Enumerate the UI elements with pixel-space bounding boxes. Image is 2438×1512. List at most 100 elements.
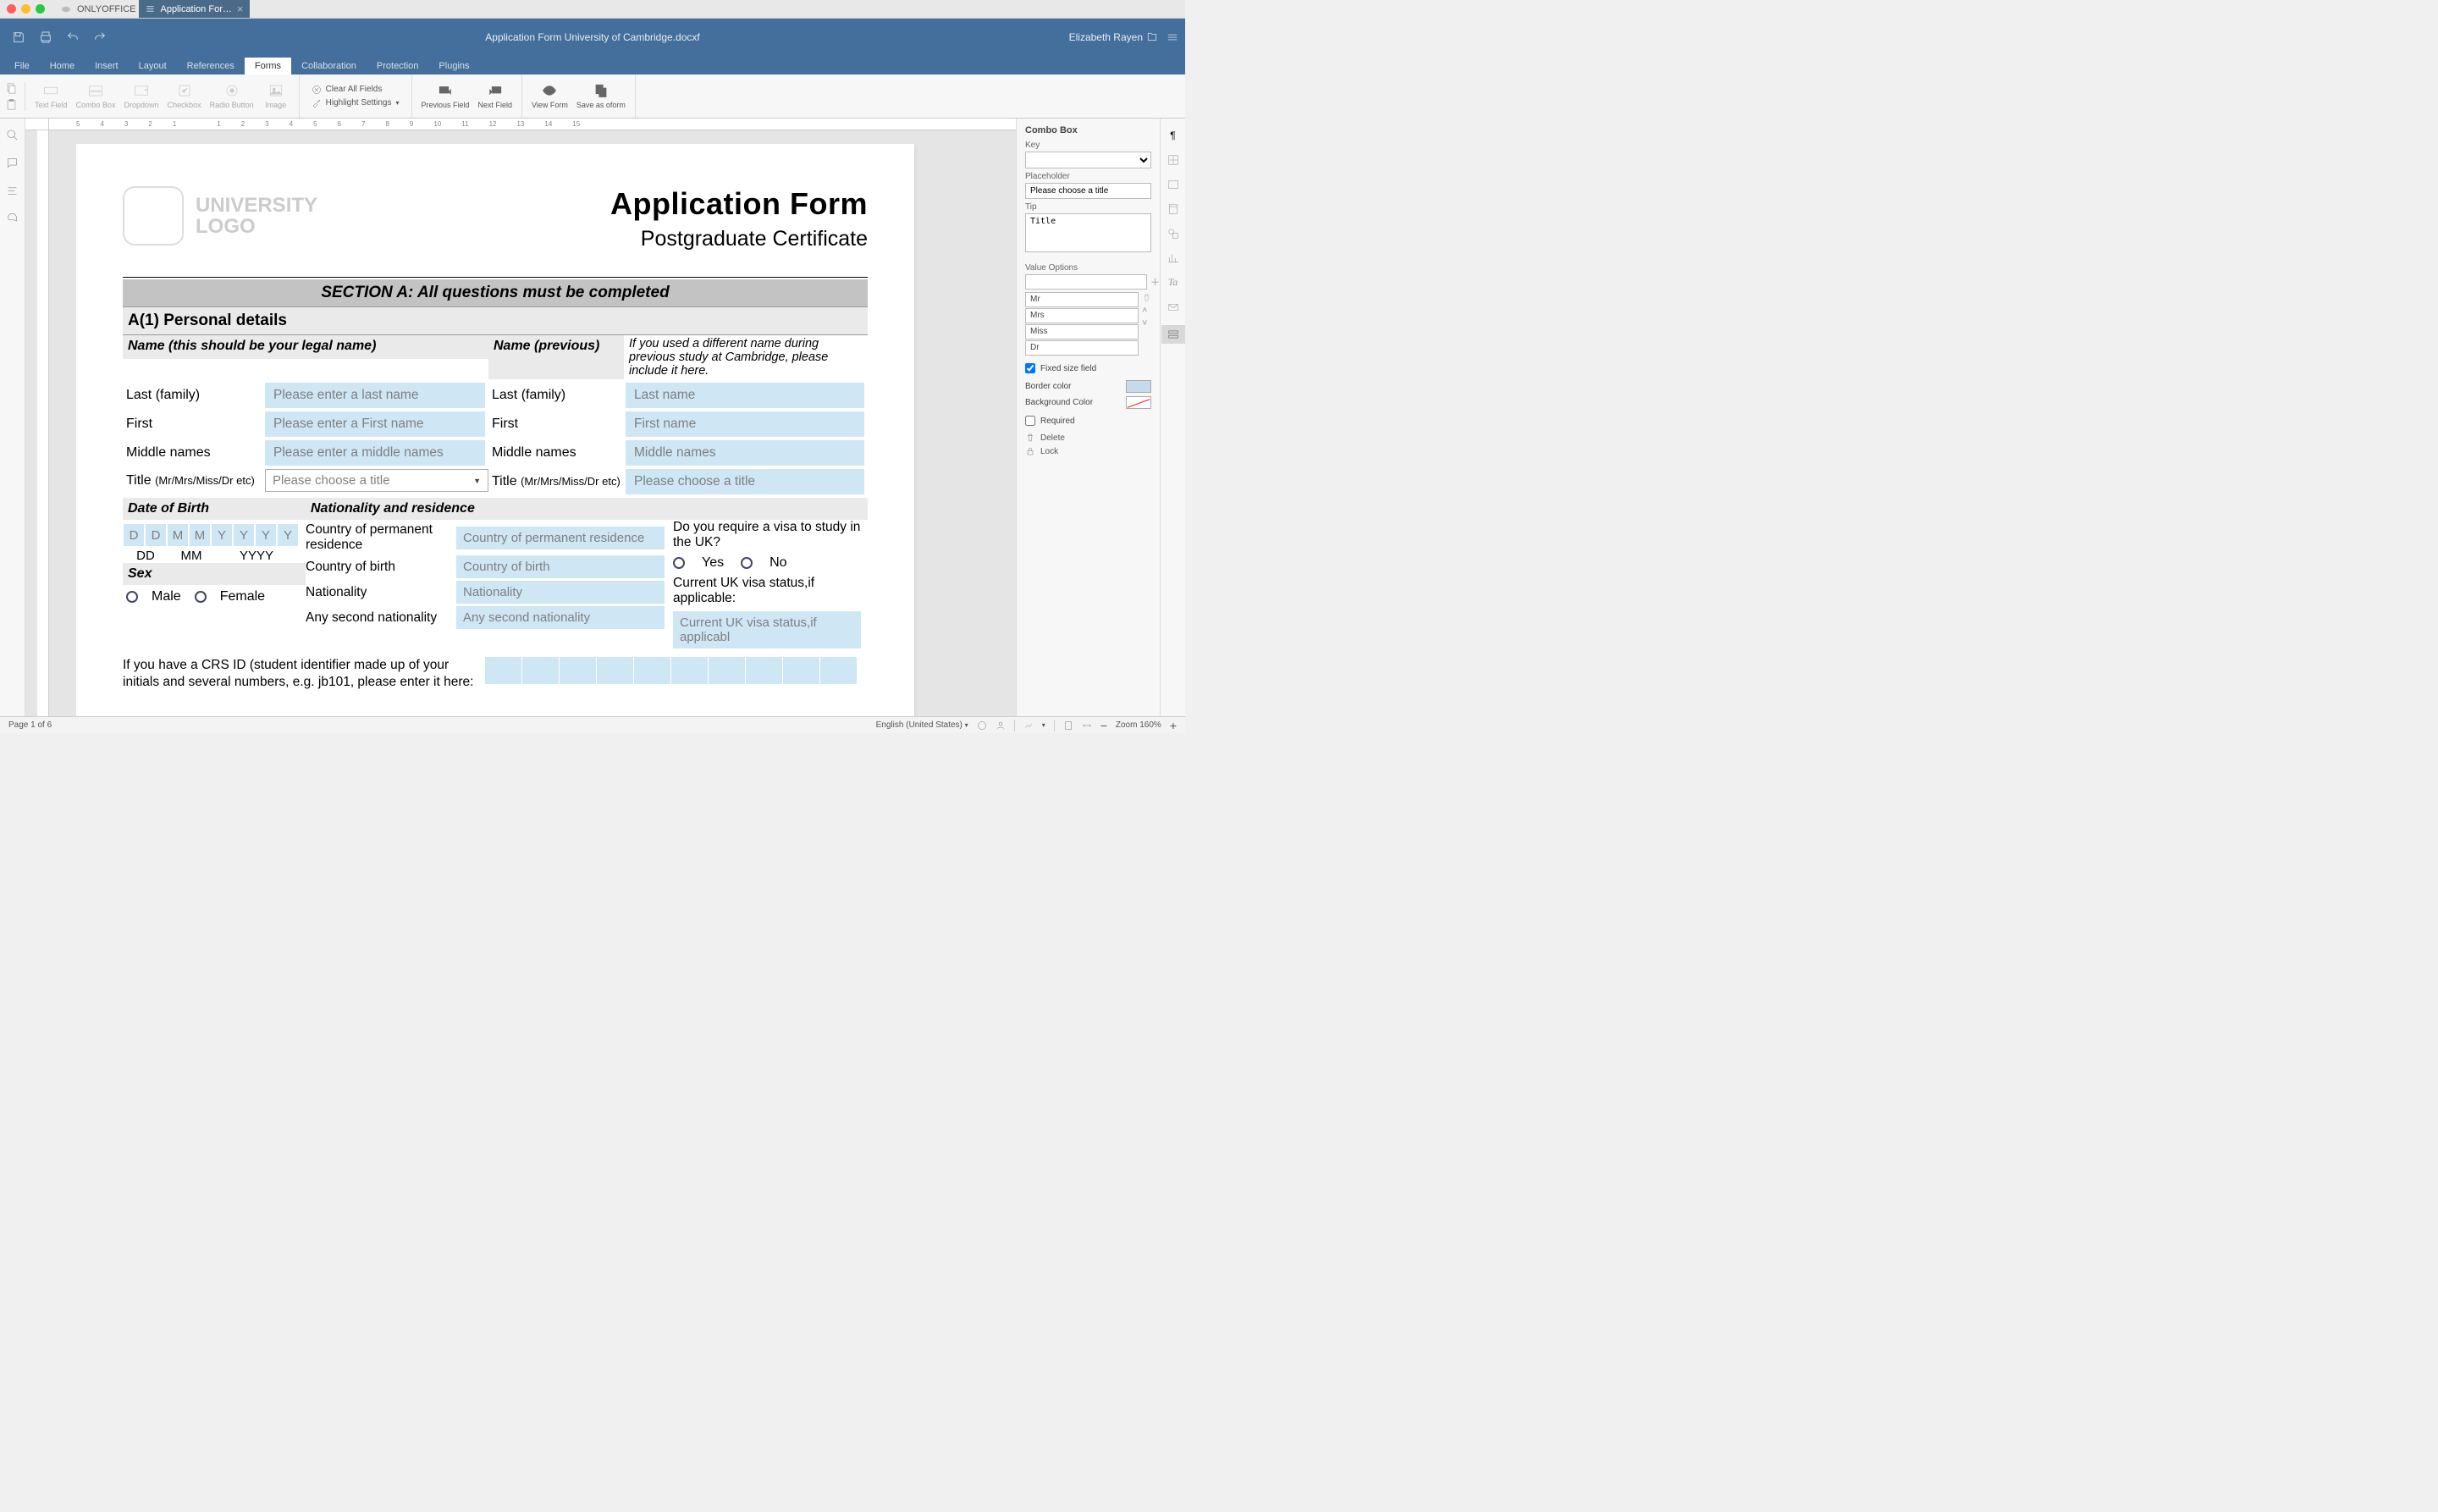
app-tab[interactable]: ONLYOFFICE [60,3,135,15]
option-item[interactable]: Miss [1025,324,1139,339]
zoom-window-button[interactable] [36,4,45,14]
tab-file[interactable]: File [4,58,40,74]
feedback-icon[interactable] [6,212,19,225]
menu-icon[interactable] [1167,31,1178,43]
delete-option-icon[interactable] [1142,293,1151,302]
save-icon[interactable] [12,30,25,44]
title-combobox[interactable]: Please choose a title▼ [265,469,488,492]
cob-input[interactable]: Country of birth [456,555,665,578]
view-form-button[interactable]: View Form [527,74,572,118]
header-footer-icon[interactable] [1167,202,1179,215]
shape-settings-icon[interactable] [1167,227,1179,240]
required-checkbox[interactable] [1025,416,1035,426]
print-icon[interactable] [39,30,52,44]
sex-female-radio[interactable] [195,591,207,603]
prev-last-name-input[interactable]: Last name [626,383,864,408]
document-tab[interactable]: Application For… × [139,0,250,18]
document-canvas[interactable]: 54321123456789101112131415 UNIVERSITYLOG… [25,119,1016,716]
comments-icon[interactable] [6,157,19,169]
fit-page-icon[interactable] [1063,720,1073,731]
save-oform-button[interactable]: Save as oform [572,74,630,118]
search-icon[interactable] [6,129,19,141]
table-settings-icon[interactable] [1167,153,1179,166]
minimize-window-button[interactable] [21,4,30,14]
tab-insert[interactable]: Insert [85,58,129,74]
open-location-icon[interactable] [1146,31,1158,43]
visa-yes-radio[interactable] [673,557,685,569]
tab-plugins[interactable]: Plugins [428,58,479,74]
combo-box-button[interactable]: Combo Box [72,74,120,118]
textart-settings-icon[interactable]: Ta [1167,276,1179,289]
text-field-button[interactable]: Text Field [30,74,72,118]
nationality-input[interactable]: Nationality [456,581,665,604]
copy-icon[interactable] [5,82,18,95]
prev-first-name-input[interactable]: First name [626,411,864,437]
dropdown-button[interactable]: Dropdown [120,74,163,118]
option-item[interactable]: Mr [1025,292,1139,307]
language-selector[interactable]: English (United States) ▾ [876,720,968,730]
sex-male-radio[interactable] [126,591,138,603]
fit-width-icon[interactable] [1082,720,1092,731]
close-window-button[interactable] [7,4,16,14]
paragraph-settings-icon[interactable]: ¶ [1167,129,1179,141]
zoom-level[interactable]: Zoom 160% [1116,720,1161,730]
second-nat-input[interactable]: Any second nationality [456,606,665,629]
option-item[interactable]: Dr [1025,340,1139,356]
crs-input-boxes[interactable] [485,657,858,691]
zoom-out-button[interactable]: − [1100,719,1107,732]
radio-button-button[interactable]: Radio Button [206,74,258,118]
image-button[interactable]: Image [258,74,294,118]
placeholder-input[interactable] [1025,183,1151,199]
visa-status-input[interactable]: Current UK visa status,if applicabl [673,611,861,648]
fixed-size-checkbox[interactable] [1025,363,1035,373]
bg-color-picker[interactable] [1126,396,1151,409]
border-color-picker[interactable] [1126,380,1151,393]
cpr-input[interactable]: Country of permanent residence [456,527,665,549]
paste-icon[interactable] [5,98,18,111]
zoom-in-button[interactable]: + [1170,719,1177,732]
previous-field-button[interactable]: Previous Field [417,74,474,118]
clear-all-fields-button[interactable]: Clear All Fields [312,85,400,95]
chart-settings-icon[interactable] [1167,251,1179,264]
option-item[interactable]: Mrs [1025,308,1139,323]
mailmerge-icon[interactable] [1167,301,1179,313]
image-settings-icon[interactable] [1167,178,1179,190]
dob-input-boxes[interactable]: DDMMYYYY [123,523,306,547]
page-indicator[interactable]: Page 1 of 6 [8,720,52,730]
track-changes-icon[interactable] [1023,720,1034,731]
visa-status-label: Current UK visa status,if applicable: [673,576,868,606]
form-settings-icon[interactable] [1161,325,1185,344]
move-down-icon[interactable]: ˅ [1142,318,1151,328]
key-select[interactable] [1025,152,1151,168]
headings-icon[interactable] [6,185,19,197]
tab-protection[interactable]: Protection [367,58,429,74]
last-name-input[interactable]: Please enter a last name [265,383,485,408]
horizontal-ruler[interactable]: 54321123456789101112131415 [25,119,1016,130]
checkbox-button[interactable]: Checkbox [163,74,206,118]
tab-forms[interactable]: Forms [245,58,291,74]
tip-input[interactable]: Title [1025,213,1151,252]
prev-title-combobox[interactable]: Please choose a title [626,469,864,494]
tab-layout[interactable]: Layout [129,58,177,74]
lock-field-button[interactable]: Lock [1025,446,1151,456]
tab-home[interactable]: Home [40,58,85,74]
vertical-ruler[interactable] [37,130,49,716]
redo-icon[interactable] [93,30,107,44]
first-name-input[interactable]: Please enter a First name [265,411,485,437]
prev-middle-name-input[interactable]: Middle names [626,440,864,466]
value-option-add-input[interactable] [1025,274,1147,290]
close-tab-icon[interactable]: × [237,3,244,14]
tab-references[interactable]: References [177,58,245,74]
visa-no-radio[interactable] [741,557,753,569]
tracking-icon[interactable] [996,720,1006,731]
next-field-button[interactable]: Next Field [474,74,517,118]
delete-field-button[interactable]: Delete [1025,433,1151,443]
tab-collaboration[interactable]: Collaboration [291,58,367,74]
move-up-icon[interactable]: ˄ [1142,306,1151,315]
document-page[interactable]: UNIVERSITYLOGO Application Form Postgrad… [76,144,914,716]
middle-name-input[interactable]: Please enter a middle names [265,440,485,466]
highlight-settings-button[interactable]: Highlight Settings ▾ [312,98,400,108]
spellcheck-icon[interactable] [977,720,987,731]
undo-icon[interactable] [66,30,80,44]
add-option-icon[interactable]: ＋ [1150,278,1160,287]
